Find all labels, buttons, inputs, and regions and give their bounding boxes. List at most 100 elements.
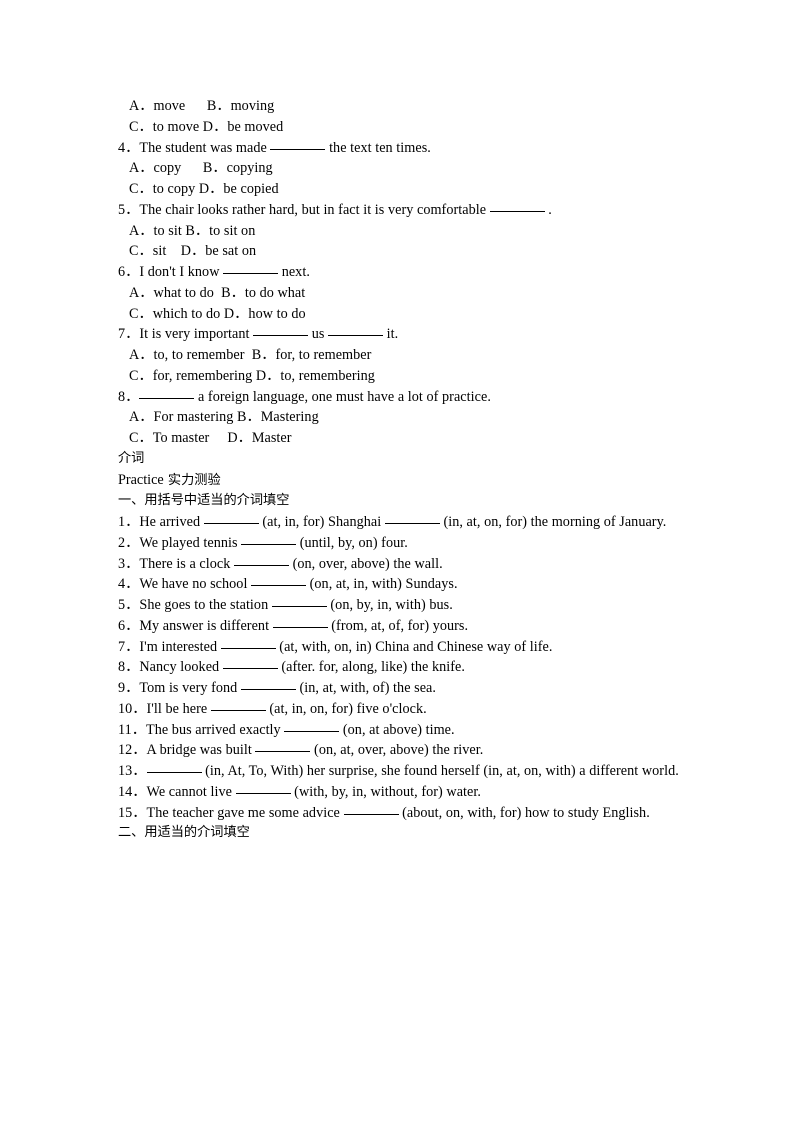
document-content: A．move B．moving C．to move D．be moved 4．T…	[118, 96, 718, 844]
question-number: 8．	[118, 388, 140, 405]
exercise-number: 7．	[118, 638, 140, 655]
stem-text-before: The student was made	[139, 139, 271, 156]
stem-text-after: a foreign language, one must have a lot …	[194, 388, 491, 405]
exercise-text: I'm interested	[139, 638, 221, 655]
exercise-item: 4．We have no school (on, at, in, with) S…	[118, 574, 718, 595]
answer-blank[interactable]	[271, 595, 327, 607]
exercise-text: He arrived	[139, 514, 204, 530]
answer-blank[interactable]	[251, 574, 307, 587]
answer-blank[interactable]	[489, 200, 545, 212]
answer-blank[interactable]	[272, 616, 328, 628]
exercise-text: (until, by, on) four.	[296, 534, 408, 551]
exercise-text: She goes to the station	[139, 597, 272, 613]
answer-blank[interactable]	[234, 554, 289, 566]
exercise-number: 12．	[118, 742, 147, 759]
stem-text-after: the text ten times.	[325, 139, 431, 156]
question-stem-7: 7．It is very important us it.	[118, 324, 718, 345]
practice-label: Practice 实力测验	[118, 470, 718, 492]
option-line: A．For mastering B．Mastering	[129, 409, 319, 426]
exercise-item: 6．My answer is different (from, at, of, …	[118, 616, 718, 637]
exercise-number: 15．	[118, 804, 147, 821]
option-line: C．which to do D．how to do	[129, 305, 306, 322]
exercise-text: (in, at, on, for) the morning of January…	[439, 514, 667, 530]
exercise-item: 10．I'll be here (at, in, on, for) five o…	[118, 699, 718, 720]
answer-blank[interactable]	[343, 803, 399, 815]
answer-blank[interactable]	[203, 512, 259, 524]
part-two-heading: 二、用适当的介词填空	[118, 825, 250, 841]
exercise-number: 10．	[118, 700, 147, 717]
question-number: 6．	[118, 264, 140, 280]
answer-blank[interactable]	[284, 720, 340, 732]
exercise-text: (at, with, on, in) China and Chinese way…	[275, 638, 553, 655]
exercise-text: We played tennis	[139, 534, 242, 551]
answer-blank[interactable]	[235, 782, 291, 794]
option-line: A．copy B．copying	[129, 160, 273, 177]
answer-blank[interactable]	[240, 678, 296, 690]
exercise-number: 1．	[118, 514, 140, 530]
exercise-text: Nancy looked	[139, 659, 223, 676]
exercise-item: 9．Tom is very fond (in, at, with, of) th…	[118, 678, 718, 699]
exercise-text: (on, over, above) the wall.	[289, 555, 443, 572]
stem-text-before: I don't I know	[139, 264, 224, 280]
exercise-text: (on, at, in, with) Sundays.	[306, 576, 458, 593]
question-number: 4．	[118, 139, 140, 156]
option-line: A．to, to remember B．for, to remember	[129, 347, 372, 363]
exercise-text: (from, at, of, for) yours.	[327, 617, 469, 634]
exercise-number: 5．	[118, 597, 140, 613]
worksheet-page: A．move B．moving C．to move D．be moved 4．T…	[0, 0, 794, 1123]
practice-label-latin: Practice	[118, 471, 164, 488]
practice-label-han-text: 实力测验	[167, 472, 221, 488]
exercise-number: 6．	[118, 617, 140, 634]
option-line: A．to sit B．to sit on	[129, 222, 256, 239]
exercise-item: 15．The teacher gave me some advice (abou…	[118, 803, 718, 824]
answer-blank[interactable]	[210, 699, 266, 711]
answer-blank[interactable]	[384, 512, 440, 524]
question-number: 5．	[118, 201, 140, 218]
option-line: A．what to do B．to do what	[129, 284, 306, 301]
exercise-text: Tom is very fond	[139, 680, 241, 696]
exercise-item: 11．The bus arrived exactly (on, at above…	[118, 720, 718, 741]
exercise-text: The bus arrived exactly	[146, 721, 285, 738]
option-line: C．sit D．be sat on	[129, 243, 257, 260]
question-stem-6: 6．I don't I know next.	[118, 262, 718, 283]
question-stem-5: 5．The chair looks rather hard, but in fa…	[118, 200, 718, 221]
exercise-text: (at, in, on, for) five o'clock.	[265, 700, 427, 717]
exercise-text: My answer is different	[139, 617, 273, 634]
answer-blank[interactable]	[220, 637, 276, 649]
exercise-item: 2．We played tennis (until, by, on) four.	[118, 533, 718, 554]
option-line: C．To master D．Master	[129, 430, 292, 446]
section-title-preposition: 介词	[118, 450, 145, 466]
exercise-item: 7．I'm interested (at, with, on, in) Chin…	[118, 637, 718, 658]
exercise-text: There is a clock	[139, 555, 234, 572]
exercise-text: I'll be here	[146, 700, 211, 717]
exercise-item: 3．There is a clock (on, over, above) the…	[118, 554, 718, 575]
option-line: C．for, remembering D．to, remembering	[129, 367, 375, 384]
exercise-text: (on, at, over, above) the river.	[310, 742, 484, 759]
exercise-item: 1．He arrived (at, in, for) Shanghai (in,…	[118, 512, 718, 533]
answer-blank[interactable]	[255, 740, 311, 753]
exercise-text: (in, at, with, of) the sea.	[295, 680, 437, 696]
exercise-number: 4．	[118, 576, 140, 593]
exercise-number: 14．	[118, 783, 147, 800]
answer-blank[interactable]	[253, 324, 309, 337]
option-line: C．to copy D．be copied	[129, 181, 279, 197]
exercise-number: 11．	[118, 721, 146, 738]
exercise-text: A bridge was built	[146, 742, 256, 759]
answer-blank[interactable]	[139, 387, 195, 399]
answer-blank[interactable]	[270, 138, 326, 150]
exercise-number: 8．	[118, 659, 140, 676]
exercise-item: 12．A bridge was built (on, at, over, abo…	[118, 740, 718, 761]
answer-blank[interactable]	[222, 657, 278, 670]
exercise-text: We have no school	[139, 576, 252, 593]
answer-blank[interactable]	[146, 761, 202, 773]
answer-blank[interactable]	[223, 262, 279, 274]
exercise-number: 9．	[118, 680, 140, 696]
option-line: C．to move D．be moved	[129, 118, 284, 135]
exercise-text: (at, in, for) Shanghai	[258, 514, 385, 530]
answer-blank[interactable]	[328, 324, 384, 337]
exercise-number: 13．	[118, 763, 147, 779]
exercise-text: (on, by, in, with) bus.	[326, 597, 453, 613]
stem-text-after: .	[544, 201, 552, 218]
stem-text-middle: us	[308, 326, 329, 343]
answer-blank[interactable]	[241, 533, 297, 545]
